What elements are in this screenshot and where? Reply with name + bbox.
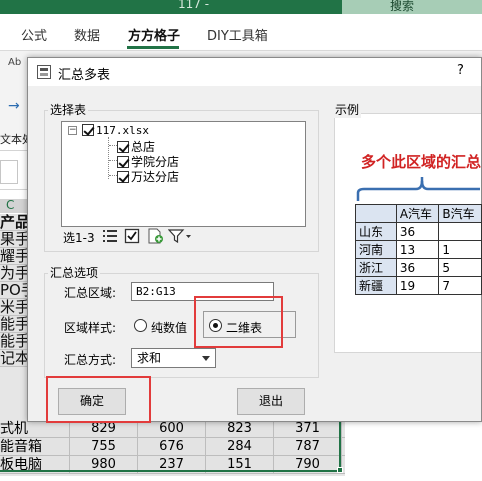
- dialog-app-icon: [37, 65, 51, 79]
- example-value-cell: 13: [395, 240, 440, 259]
- tree-item-label: 学院分店: [131, 155, 180, 169]
- window-title: 117 -: [178, 0, 210, 11]
- highlight-box-style: [194, 296, 283, 348]
- example-value-cell: 36: [395, 222, 440, 241]
- fill-handle[interactable]: [337, 467, 343, 473]
- exit-button[interactable]: 退出: [237, 388, 305, 415]
- example-row-label: 新疆: [355, 276, 397, 295]
- check-all-icon[interactable]: [124, 228, 140, 244]
- tree-connector: [109, 145, 117, 146]
- example-row-label: 河南: [355, 240, 397, 259]
- arrow-right-icon[interactable]: →: [8, 98, 20, 114]
- checkbox-checked-icon[interactable]: [117, 156, 129, 168]
- tab-fangfangezi[interactable]: 方方格子: [128, 25, 180, 44]
- sheet-tree[interactable]: − 117.xlsx 总店 学院分店 万达分店: [61, 121, 306, 227]
- visible-cell-fragments: 产品 果手 耀手 为手 PO手 米手 能手 能手 记本: [0, 214, 30, 367]
- ribbon-ab-icon[interactable]: Ab: [8, 57, 21, 68]
- style-label: 区域样式:: [64, 321, 117, 335]
- example-value-cell: 7: [438, 276, 482, 295]
- cell-fragment[interactable]: PO手: [0, 282, 30, 299]
- tree-connector: [109, 160, 117, 161]
- example-group-label: 示例: [333, 101, 362, 118]
- select-table-group-label: 选择表: [48, 101, 89, 118]
- method-select-value: 求和: [137, 351, 162, 365]
- summary-options-group-label: 汇总选项: [48, 264, 101, 281]
- cell-fragment[interactable]: 能手: [0, 333, 30, 350]
- column-c-header[interactable]: C: [6, 198, 14, 212]
- cell-fragment[interactable]: 为手: [0, 265, 30, 282]
- highlight-box-ok: [46, 376, 151, 423]
- selection-count-label: 选1-3: [63, 231, 95, 245]
- tree-collapse-toggle[interactable]: −: [68, 126, 77, 135]
- cell-fragment[interactable]: 耀手: [0, 248, 30, 265]
- example-row-label: 山东: [355, 222, 397, 241]
- cell-fragment[interactable]: 果手: [0, 231, 30, 248]
- list-icon[interactable]: [102, 228, 118, 244]
- chevron-down-icon: [202, 356, 210, 361]
- dialog-title-bar[interactable]: 汇总多表 ?: [28, 58, 481, 86]
- filter-dropdown-icon[interactable]: [168, 228, 192, 244]
- cell-fragment[interactable]: 能手: [0, 316, 30, 333]
- tree-connector: [109, 175, 117, 176]
- add-sheet-icon[interactable]: [147, 228, 163, 244]
- search-box[interactable]: ⚲ 搜索: [342, 0, 482, 14]
- method-select[interactable]: 求和: [131, 348, 216, 368]
- tree-item-sheet[interactable]: 万达分店: [117, 168, 179, 185]
- range-label: 汇总区域:: [64, 286, 117, 300]
- example-value-cell: 5: [438, 258, 482, 277]
- checkbox-checked-icon[interactable]: [117, 141, 129, 153]
- tab-formulas[interactable]: 公式: [21, 25, 47, 44]
- example-value-cell: 1: [438, 240, 482, 259]
- example-row-label: 浙江: [355, 258, 397, 277]
- tree-connector: [108, 137, 109, 179]
- example-value-cell: [438, 222, 482, 241]
- selection-border: [0, 420, 341, 472]
- cell-fragment[interactable]: 米手: [0, 299, 30, 316]
- cell-fragment[interactable]: 产品: [0, 214, 30, 231]
- tab-data[interactable]: 数据: [74, 25, 100, 44]
- tree-root-label: 117.xlsx: [96, 124, 149, 137]
- tree-item-label: 总店: [131, 140, 156, 154]
- example-header-cell: [355, 204, 397, 223]
- radio-plain-values-label[interactable]: 纯数值: [151, 319, 187, 336]
- method-label: 汇总方式:: [64, 353, 117, 367]
- cell-fragment[interactable]: 记本: [0, 350, 30, 367]
- tree-root-item[interactable]: 117.xlsx: [82, 123, 149, 137]
- name-box[interactable]: [0, 160, 18, 184]
- checkbox-checked-icon[interactable]: [117, 171, 129, 183]
- dialog-title: 汇总多表: [58, 68, 111, 83]
- tree-item-label: 万达分店: [131, 170, 180, 184]
- sheet-empty-area: [345, 420, 482, 481]
- example-table: A汽车 B汽车 山东 36 河南 13 1 浙江 36 5 新疆 19 7: [355, 204, 482, 295]
- active-tab-indicator: [127, 46, 179, 49]
- example-header-cell: A汽车: [395, 204, 440, 223]
- example-header-cell: B汽车: [438, 204, 482, 223]
- example-title: 多个此区域的汇总: [361, 153, 482, 171]
- radio-plain-values[interactable]: [134, 319, 147, 332]
- example-value-cell: 19: [395, 276, 440, 295]
- help-button[interactable]: ?: [457, 63, 464, 78]
- example-value-cell: 36: [395, 258, 440, 277]
- ribbon-tabs: 公式 数据 方方格子 DIY工具箱: [0, 14, 482, 50]
- tab-diy-toolbox[interactable]: DIY工具箱: [207, 25, 268, 44]
- checkbox-checked-icon[interactable]: [82, 124, 94, 136]
- brace-icon: [356, 177, 480, 201]
- search-label: 搜索: [390, 0, 415, 13]
- excel-title-bar: 117 - ⚲ 搜索: [0, 0, 482, 14]
